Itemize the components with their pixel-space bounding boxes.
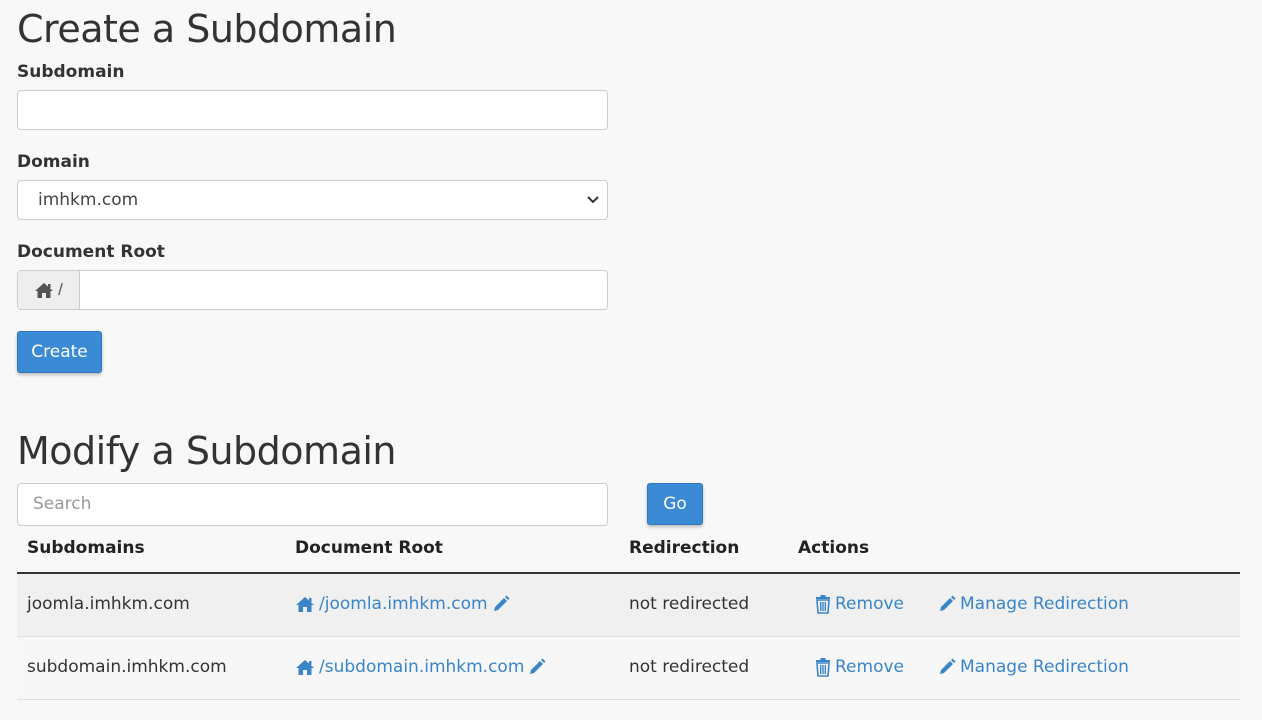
column-redirection[interactable]: Redirection <box>629 538 739 558</box>
document-root-text: /subdomain.imhkm.com <box>319 657 525 677</box>
document-root-link[interactable]: /joomla.imhkm.com <box>295 594 510 614</box>
document-root-slash: / <box>58 280 63 299</box>
manage-redirection-label: Manage Redirection <box>960 594 1129 614</box>
trash-icon <box>815 657 831 677</box>
subdomain-label: Subdomain <box>17 62 125 82</box>
search-placeholder: Search <box>33 494 92 514</box>
domain-select[interactable]: imhkm.com <box>17 180 608 220</box>
document-root-input[interactable] <box>80 271 607 309</box>
chevron-down-icon <box>587 195 599 205</box>
table-row: subdomain.imhkm.com /subdomain.imhkm.com… <box>17 637 1240 700</box>
pencil-icon[interactable] <box>528 658 546 676</box>
home-icon <box>295 659 315 676</box>
document-root-text: /joomla.imhkm.com <box>319 594 488 614</box>
manage-redirection-link[interactable]: Manage Redirection <box>938 594 1129 614</box>
subdomain-input[interactable] <box>17 90 608 130</box>
remove-label: Remove <box>835 594 904 614</box>
subdomain-cell: subdomain.imhkm.com <box>27 657 227 677</box>
remove-link[interactable]: Remove <box>815 594 904 614</box>
manage-redirection-link[interactable]: Manage Redirection <box>938 657 1129 677</box>
redirection-status: not redirected <box>629 594 750 614</box>
pencil-icon <box>938 658 956 676</box>
column-subdomains[interactable]: Subdomains <box>27 538 145 558</box>
column-document-root[interactable]: Document Root <box>295 538 443 558</box>
subdomains-table: Subdomains Document Root Redirection Act… <box>17 530 1240 700</box>
create-button[interactable]: Create <box>17 331 102 373</box>
document-root-prefix: / <box>18 271 80 309</box>
table-header: Subdomains Document Root Redirection Act… <box>17 530 1240 574</box>
table-row: joomla.imhkm.com /joomla.imhkm.com not r… <box>17 574 1240 637</box>
create-subdomain-title: Create a Subdomain <box>17 7 397 51</box>
manage-redirection-label: Manage Redirection <box>960 657 1129 677</box>
domain-select-value: imhkm.com <box>38 190 139 210</box>
remove-label: Remove <box>835 657 904 677</box>
redirection-status: not redirected <box>629 657 750 677</box>
pencil-icon[interactable] <box>492 595 510 613</box>
subdomain-cell: joomla.imhkm.com <box>27 594 190 614</box>
modify-subdomain-title: Modify a Subdomain <box>17 429 397 473</box>
column-actions: Actions <box>798 538 870 558</box>
document-root-group: / <box>17 270 608 310</box>
trash-icon <box>815 594 831 614</box>
pencil-icon <box>938 595 956 613</box>
home-icon <box>295 596 315 613</box>
go-button[interactable]: Go <box>647 483 703 525</box>
document-root-label: Document Root <box>17 242 165 262</box>
document-root-link[interactable]: /subdomain.imhkm.com <box>295 657 546 677</box>
remove-link[interactable]: Remove <box>815 657 904 677</box>
search-input[interactable]: Search <box>17 483 608 526</box>
domain-label: Domain <box>17 152 90 172</box>
home-icon <box>34 282 54 299</box>
